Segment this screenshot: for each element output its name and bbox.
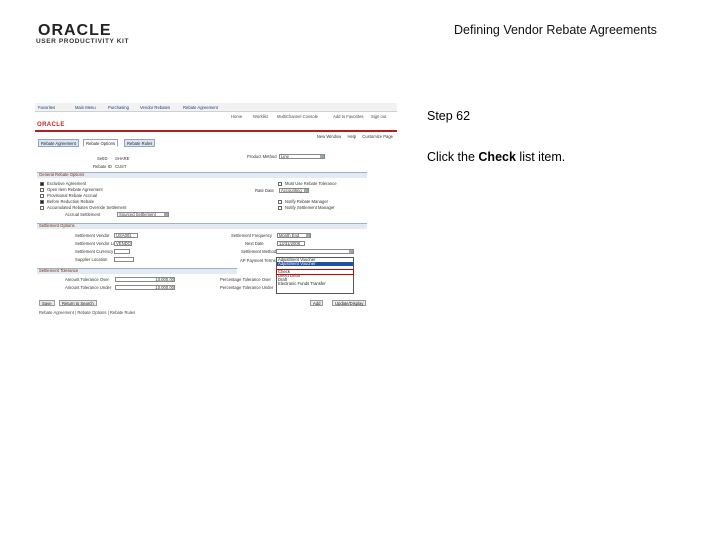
product-method-label: Product Method	[247, 154, 277, 159]
checkbox-label: Exclusive Agreement	[47, 181, 87, 186]
checkbox-label: Must Use Rebate Tolerance	[285, 181, 337, 186]
tab-rebate-agreement[interactable]: Rebate Agreement	[38, 139, 79, 147]
nav-link[interactable]: Vendor Rebates	[140, 105, 170, 110]
open-item-checkbox[interactable]	[40, 188, 44, 192]
instruction-text: Click the Check list item.	[427, 150, 565, 164]
tab-rebate-options[interactable]: Rebate Options	[83, 139, 119, 147]
instruction-prefix: Click the	[427, 150, 479, 164]
page-links: New Window Help Customize Page	[312, 134, 393, 139]
accumulated-rebates-checkbox[interactable]	[40, 206, 44, 210]
update-display-button[interactable]: Update/Display	[332, 300, 367, 306]
checkbox-label: Before Reduction Rebate	[47, 199, 95, 204]
section-settlement-tolerance: Settlement Tolerance	[37, 268, 237, 274]
save-button[interactable]: Save	[39, 300, 55, 306]
amount-under-input[interactable]: 10,000.00	[115, 285, 175, 290]
notify-settlement-checkbox[interactable]	[278, 206, 282, 210]
rate-date-value: Accounting	[281, 188, 302, 193]
home-link[interactable]: Home	[231, 114, 242, 119]
settlement-vendor-label: Settlement Vendor	[75, 233, 110, 238]
multichannel-link[interactable]: MultiChannel Console	[277, 114, 318, 119]
customize-page-link[interactable]: Customize Page	[362, 134, 393, 139]
checkbox-label: Accumulated Rebates Override Settlement	[47, 205, 127, 210]
product-method-select[interactable]: Line	[279, 154, 325, 159]
rate-date-label: Rate Date	[255, 188, 274, 193]
instruction-target: Check	[478, 150, 516, 164]
accrual-select[interactable]: Sourced Settlement	[117, 212, 169, 217]
checkbox-label: Provisional Rebate Accrual	[47, 193, 98, 198]
settlement-site-label: Settlement Vendor Loc	[75, 241, 118, 246]
settlement-vendor-input[interactable]: USA001	[114, 233, 138, 238]
footer-links[interactable]: Rebate Agreement | Rebate Options | Reba…	[39, 310, 135, 315]
notify-rebate-checkbox[interactable]	[278, 200, 282, 204]
brand-divider	[35, 130, 397, 132]
document-title: Defining Vendor Rebate Agreements	[454, 23, 657, 37]
help-link[interactable]: Help	[347, 134, 356, 139]
supplier-location-input[interactable]	[114, 257, 134, 262]
chevron-down-icon	[320, 155, 324, 158]
ap-payment-terms-label: AP Payment Terms	[240, 258, 276, 263]
chevron-down-icon	[306, 234, 310, 237]
pct-over-label: Percentage Tolerance Over	[220, 277, 271, 282]
amount-over-label: Amount Tolerance Over	[65, 277, 109, 282]
chevron-down-icon	[304, 189, 308, 192]
step-label: Step 62	[427, 109, 471, 123]
new-window-link[interactable]: New Window	[317, 134, 341, 139]
return-to-search-button[interactable]: Return to Search	[59, 300, 97, 306]
upk-logo-subtitle: USER PRODUCTIVITY KIT	[36, 38, 130, 45]
target-highlight-box	[276, 269, 354, 275]
dropdown-item[interactable]: Electronic Funds Transfer	[277, 281, 353, 286]
settlement-method-select[interactable]	[276, 249, 354, 254]
settlement-method-dropdown: Adjustment Voucher Adjustment Voucher Ch…	[276, 257, 354, 294]
exclusive-agreement-checkbox[interactable]	[40, 182, 44, 186]
section-settlement-options: Settlement Options	[37, 223, 367, 229]
settlement-frequency-value: Month End	[279, 233, 300, 238]
nav-link[interactable]: Main Menu	[75, 105, 96, 110]
provisional-accrual-checkbox[interactable]	[40, 194, 44, 198]
accrual-label: Accrual Settlement	[65, 212, 101, 217]
product-method-value: Line	[281, 154, 289, 159]
instruction-suffix: list item.	[515, 150, 566, 164]
amount-under-label: Amount Tolerance Under	[65, 285, 112, 290]
section-rebate-options: General Rebate Options	[37, 172, 367, 178]
settlement-currency-label: Settlement Currency	[75, 249, 114, 254]
before-reduction-checkbox[interactable]	[40, 200, 44, 204]
settlement-frequency-select[interactable]: Month End	[277, 233, 311, 238]
settlement-frequency-label: Settlement Frequency	[231, 233, 272, 238]
add-button[interactable]: Add	[310, 300, 324, 306]
nav-link[interactable]: Rebate Agreement	[183, 105, 218, 110]
rate-date-select[interactable]: Accounting	[279, 188, 309, 193]
accrual-value: Sourced Settlement	[119, 212, 156, 217]
favorites-link[interactable]: Add to Favorites	[333, 114, 364, 119]
rebate-id-value: CUST	[115, 164, 127, 169]
amount-over-input[interactable]: 10,000.00	[115, 277, 175, 282]
signout-link[interactable]: Sign out	[371, 114, 386, 119]
settlement-method-label: Settlement Method	[241, 249, 277, 254]
settlement-site-input[interactable]: VENDOR	[114, 241, 132, 246]
worklist-link[interactable]: Worklist	[253, 114, 268, 119]
breadcrumb-nav: Favorites Main Menu Purchasing Vendor Re…	[35, 103, 397, 112]
setid-value: SHARE	[115, 156, 130, 161]
nav-link[interactable]: Favorites	[38, 105, 55, 110]
checkbox-label: Notify Rebate Manager	[285, 199, 329, 204]
checkbox-label: Notify Settlement Manager	[285, 205, 335, 210]
tolerance-checkbox[interactable]	[278, 182, 282, 186]
pct-under-label: Percentage Tolerance Under	[220, 285, 274, 290]
rebate-id-label: Rebate ID	[93, 164, 112, 169]
chevron-down-icon	[164, 213, 168, 216]
mini-oracle-logo: ORACLE	[37, 122, 65, 128]
tab-rebate-rules[interactable]: Rebate Rules	[124, 139, 156, 147]
next-date-input[interactable]: 12/31/2008	[277, 241, 305, 246]
screenshot-thumbnail: Favorites Main Menu Purchasing Vendor Re…	[35, 103, 397, 318]
checkbox-label: Open Item Rebate Agreement	[47, 187, 103, 192]
chevron-down-icon	[349, 250, 353, 253]
supplier-location-label: Supplier Location	[75, 257, 108, 262]
settlement-currency-input[interactable]	[114, 249, 130, 254]
setid-label: SetID	[97, 156, 108, 161]
next-date-label: Next Date	[245, 241, 264, 246]
home-links: Home Worklist MultiChannel Console Add t…	[225, 114, 395, 121]
nav-link[interactable]: Purchasing	[108, 105, 129, 110]
